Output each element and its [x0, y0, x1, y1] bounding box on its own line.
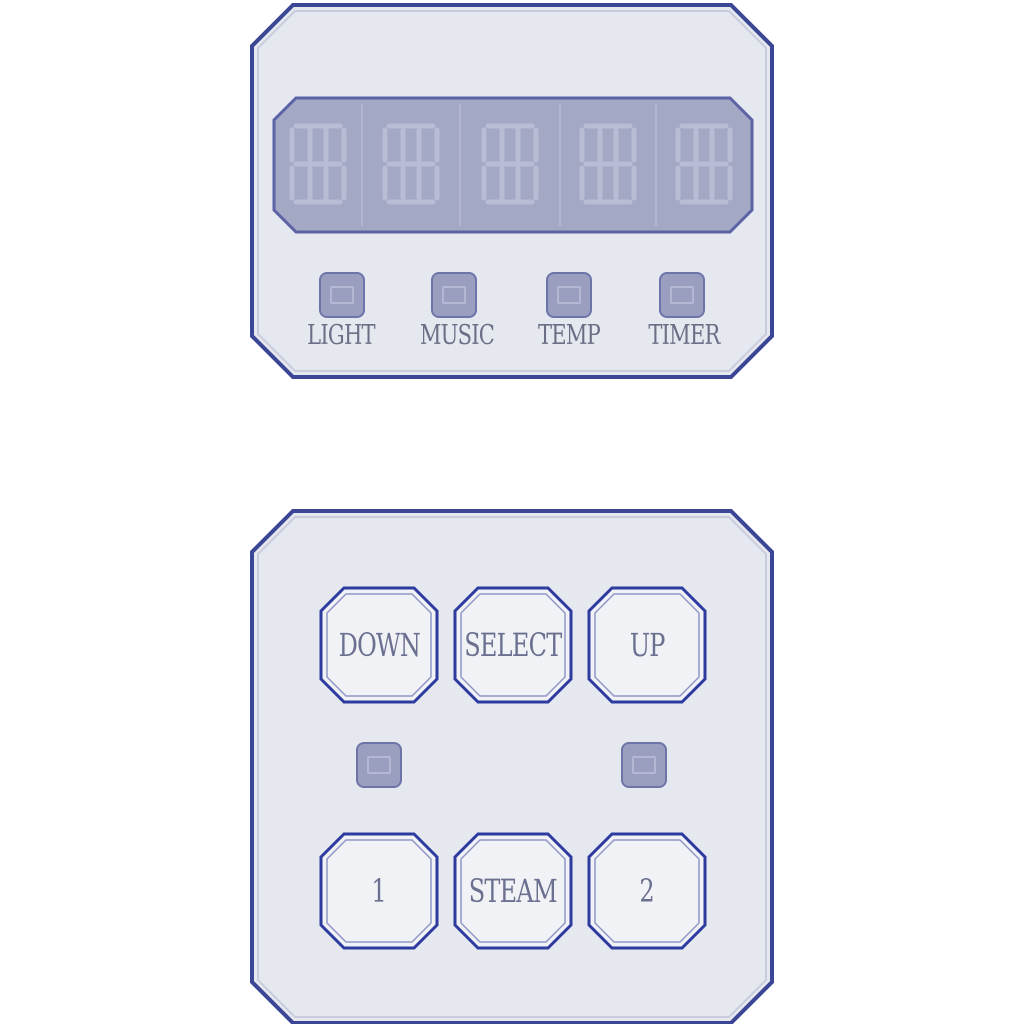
- up-button-label: UP: [629, 626, 666, 664]
- select-button-label: SELECT: [464, 626, 562, 664]
- light-indicator-led: [319, 272, 365, 318]
- display-window: [272, 96, 754, 234]
- steam-button[interactable]: STEAM: [452, 831, 574, 951]
- temp-indicator-led: [546, 272, 592, 318]
- zone-1-button[interactable]: 1: [318, 831, 440, 951]
- zone-1-button-label: 1: [371, 872, 387, 910]
- select-button[interactable]: SELECT: [452, 585, 574, 705]
- temp-label: TEMP: [537, 320, 601, 351]
- timer-indicator-led: [659, 272, 705, 318]
- light-label: LIGHT: [307, 320, 375, 351]
- seven-segment-display: [272, 96, 754, 234]
- timer-label: TIMER: [648, 320, 720, 351]
- zone-1-indicator-led: [356, 742, 402, 788]
- down-button-label: DOWN: [338, 626, 420, 664]
- steam-button-label: STEAM: [468, 872, 558, 910]
- zone-2-indicator-led: [621, 742, 667, 788]
- music-label: MUSIC: [419, 320, 495, 351]
- zone-2-button[interactable]: 2: [586, 831, 708, 951]
- zone-2-button-label: 2: [639, 872, 655, 910]
- music-indicator-led: [431, 272, 477, 318]
- up-button[interactable]: UP: [586, 585, 708, 705]
- down-button[interactable]: DOWN: [318, 585, 440, 705]
